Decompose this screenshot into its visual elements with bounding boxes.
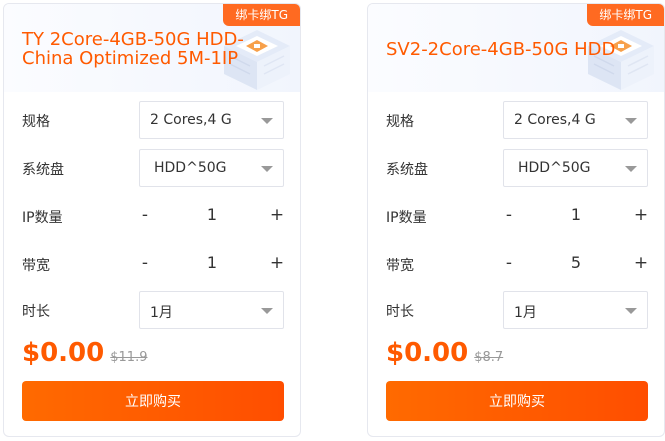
bandwidth-increment-button[interactable]: + <box>267 251 287 275</box>
bandwidth-value: 5 <box>570 253 582 272</box>
disk-select[interactable]: HDD^50G <box>503 149 648 187</box>
buy-now-button[interactable]: 立即购买 <box>386 381 648 421</box>
product-card-ty: 绑卡绑TG TY 2Core-4GB-50G HDD-China Optimiz… <box>3 3 301 437</box>
ip-increment-button[interactable]: + <box>631 203 651 227</box>
promo-badge: 绑卡绑TG <box>587 4 664 26</box>
spec-row: 规格 2 Cores,4 G <box>386 101 648 139</box>
ip-quantity-value: 1 <box>570 205 582 224</box>
bandwidth-decrement-button[interactable]: - <box>135 251 155 275</box>
ip-decrement-button[interactable]: - <box>135 203 155 227</box>
bandwidth-increment-button[interactable]: + <box>631 251 651 275</box>
bandwidth-decrement-button[interactable]: - <box>499 251 519 275</box>
current-price: $0.00 <box>386 338 469 368</box>
duration-select[interactable]: 1月 <box>139 291 284 329</box>
spec-select[interactable]: 2 Cores,4 G <box>503 101 648 139</box>
disk-label: 系统盘 <box>386 162 428 178</box>
chevron-down-icon <box>625 118 637 124</box>
card-header: 绑卡绑TG SV2-2Core-4GB-50G HDD <box>368 4 664 92</box>
spec-value: 2 Cores,4 G <box>150 112 232 128</box>
ip-quantity-value: 1 <box>206 205 218 224</box>
original-price: $11.9 <box>110 350 148 365</box>
disk-value: HDD^50G <box>154 160 227 176</box>
bandwidth-label: 带宽 <box>386 258 414 274</box>
chevron-down-icon <box>625 308 637 314</box>
buy-now-button[interactable]: 立即购买 <box>22 381 284 421</box>
ip-row: IP数量 - 1 + <box>386 197 648 235</box>
duration-row: 时长 1月 <box>386 291 648 329</box>
price-row: $0.00 $8.7 <box>386 338 503 372</box>
bandwidth-value: 1 <box>206 253 218 272</box>
bandwidth-row: 带宽 - 5 + <box>386 245 648 283</box>
chevron-down-icon <box>261 308 273 314</box>
price-row: $0.00 $11.9 <box>22 338 147 372</box>
promo-badge: 绑卡绑TG <box>223 4 300 26</box>
disk-row: 系统盘 HDD^50G <box>386 149 648 187</box>
duration-value: 1月 <box>150 305 173 321</box>
spec-label: 规格 <box>386 114 414 130</box>
current-price: $0.00 <box>22 338 105 368</box>
ip-label: IP数量 <box>386 210 427 226</box>
disk-label: 系统盘 <box>22 162 64 178</box>
disk-row: 系统盘 HDD^50G <box>22 149 284 187</box>
spec-row: 规格 2 Cores,4 G <box>22 101 284 139</box>
duration-row: 时长 1月 <box>22 291 284 329</box>
spec-label: 规格 <box>22 114 50 130</box>
ip-label: IP数量 <box>22 210 63 226</box>
duration-label: 时长 <box>22 304 50 320</box>
bandwidth-label: 带宽 <box>22 258 50 274</box>
spec-value: 2 Cores,4 G <box>514 112 596 128</box>
card-header: 绑卡绑TG TY 2Core-4GB-50G HDD-China Optimiz… <box>4 4 300 92</box>
chevron-down-icon <box>261 166 273 172</box>
spec-select[interactable]: 2 Cores,4 G <box>139 101 284 139</box>
product-title: SV2-2Core-4GB-50G HDD <box>386 39 616 60</box>
product-card-sv2: 绑卡绑TG SV2-2Core-4GB-50G HDD 规格 2 Cores,4… <box>367 3 665 437</box>
duration-label: 时长 <box>386 304 414 320</box>
chevron-down-icon <box>261 118 273 124</box>
duration-select[interactable]: 1月 <box>503 291 648 329</box>
disk-value: HDD^50G <box>518 160 591 176</box>
ip-increment-button[interactable]: + <box>267 203 287 227</box>
original-price: $8.7 <box>474 350 504 365</box>
bandwidth-row: 带宽 - 1 + <box>22 245 284 283</box>
disk-select[interactable]: HDD^50G <box>139 149 284 187</box>
product-title: TY 2Core-4GB-50G HDD-China Optimized 5M-… <box>22 29 244 69</box>
duration-value: 1月 <box>514 305 537 321</box>
ip-decrement-button[interactable]: - <box>499 203 519 227</box>
chevron-down-icon <box>625 166 637 172</box>
ip-row: IP数量 - 1 + <box>22 197 284 235</box>
